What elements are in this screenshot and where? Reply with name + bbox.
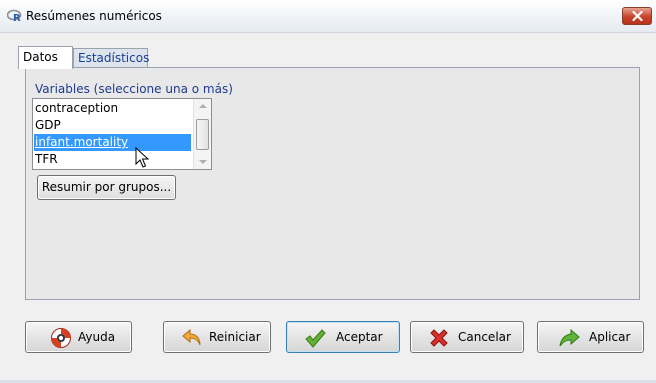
help-button-label: Ayuda xyxy=(78,330,116,344)
list-item[interactable]: GDP xyxy=(34,117,191,134)
variables-label: Variables (seleccione una o más) xyxy=(35,82,233,96)
window-title: Resúmenes numéricos xyxy=(26,9,162,23)
green-arrow-icon xyxy=(558,327,580,349)
list-scrollbar[interactable] xyxy=(193,99,211,169)
reset-button[interactable]: Reiniciar xyxy=(163,321,271,353)
lifebuoy-icon xyxy=(50,327,72,349)
cancel-button[interactable]: Cancelar xyxy=(410,321,524,353)
dialog-window: R Resúmenes numéricos Datos Estadísticos… xyxy=(0,0,656,383)
r-logo-icon: R xyxy=(6,9,23,24)
scroll-up-icon[interactable] xyxy=(199,104,207,108)
list-item[interactable]: contraception xyxy=(34,100,191,117)
mouse-cursor-icon xyxy=(135,146,150,172)
list-item-selected[interactable]: infant.mortality xyxy=(34,134,191,151)
title-bar: R Resúmenes numéricos xyxy=(0,0,656,33)
ok-button[interactable]: Aceptar xyxy=(286,321,400,353)
svg-text:R: R xyxy=(13,13,21,23)
reset-button-label: Reiniciar xyxy=(209,330,261,344)
tab-estadisticos[interactable]: Estadísticos xyxy=(73,48,149,68)
variables-listbox[interactable]: contraception GDP infant.mortality TFR xyxy=(32,98,212,170)
list-item[interactable]: TFR xyxy=(34,151,191,168)
undo-arrow-icon xyxy=(181,327,203,349)
scroll-thumb[interactable] xyxy=(196,119,209,150)
close-icon xyxy=(632,11,643,21)
red-x-icon xyxy=(428,327,450,349)
help-button[interactable]: Ayuda xyxy=(25,321,132,353)
ok-button-label: Aceptar xyxy=(336,330,383,344)
tab-datos[interactable]: Datos xyxy=(18,46,73,69)
group-summary-button[interactable]: Resumir por grupos... xyxy=(37,175,176,200)
close-button[interactable] xyxy=(622,7,652,25)
checkmark-icon xyxy=(304,327,326,349)
apply-button-label: Aplicar xyxy=(589,330,631,344)
cancel-button-label: Cancelar xyxy=(458,330,511,344)
apply-button[interactable]: Aplicar xyxy=(537,321,644,353)
scroll-down-icon[interactable] xyxy=(199,160,207,164)
